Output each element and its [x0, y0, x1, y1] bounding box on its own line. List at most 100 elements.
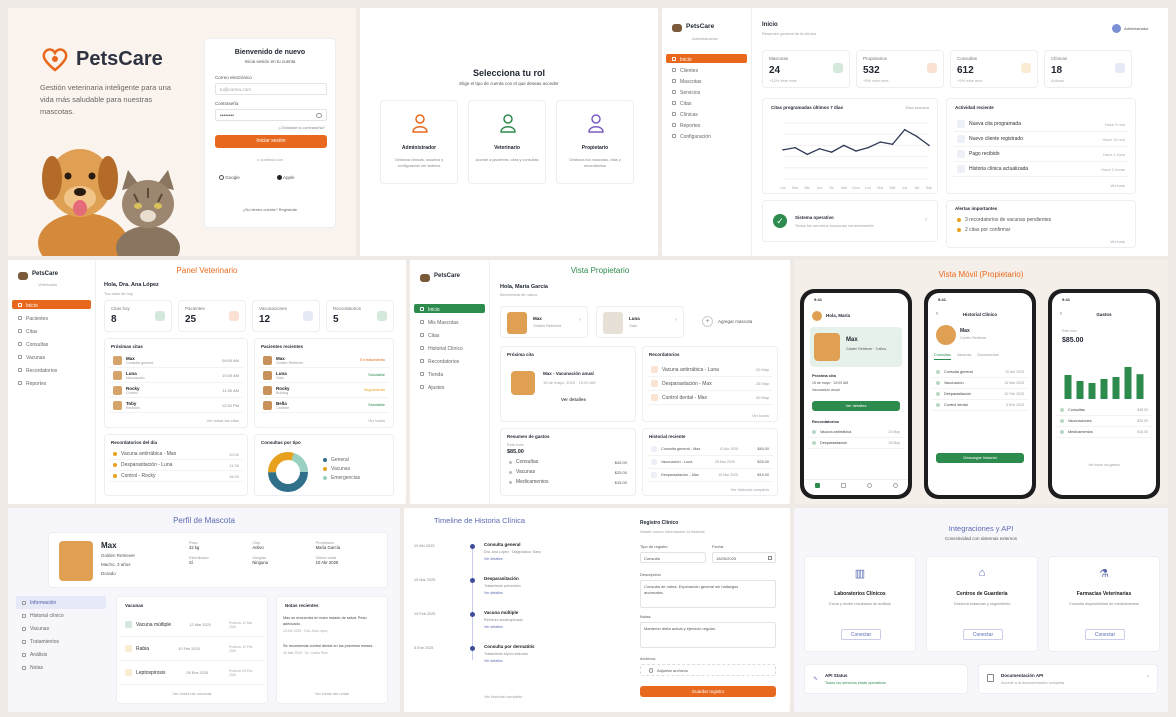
vaccine-row[interactable]: Vacuna múltiple 12 Mar 2025 Próxima: 12 Ma…: [121, 613, 263, 637]
timeline-event[interactable]: 5 Ene 2025 Consulta por dermatitis Tratami…: [414, 642, 624, 672]
role-card-0[interactable]: Administrador Gestiona clínicas, usuarios…: [380, 100, 458, 184]
profile-nav-item[interactable]: Información: [16, 596, 106, 609]
patient-row[interactable]: Rocky Bulldog Seguimiento: [259, 383, 389, 398]
mobile-row[interactable]: Desparasitación 25 May: [808, 438, 904, 449]
chart-filter[interactable]: Esta semana: [906, 105, 929, 110]
vac-more[interactable]: Ver todas las vacunas: [117, 691, 267, 696]
connect-button[interactable]: Conectar: [841, 629, 881, 640]
activity-row[interactable]: Pago recibido Hace 1 hora: [953, 147, 1129, 162]
reminder-row[interactable]: Control - Rocky 16:00: [109, 471, 243, 482]
appt-row[interactable]: Rocky Control 11:30 AM: [109, 383, 243, 398]
timeline-event[interactable]: 10 Abr 2025 Consulta general Dra. Ana Lópe…: [414, 540, 624, 570]
profile-nav-item[interactable]: Notas: [16, 661, 106, 674]
chevron-right-icon[interactable]: ›: [925, 217, 927, 223]
mobile-row[interactable]: Desparasitación 10 Feb 2025: [932, 389, 1028, 400]
password-input[interactable]: ••••••••: [215, 109, 327, 121]
timeline-event[interactable]: 15 Mar 2025 Desparasitación Tratamiento pr…: [414, 574, 624, 604]
owner-nav-item[interactable]: Ajustes: [414, 382, 485, 391]
mobile-row[interactable]: Vacunaciones $25.00: [1056, 416, 1152, 427]
admin-nav-item[interactable]: Servicios: [666, 87, 747, 96]
profile-nav-item[interactable]: Vacunas: [16, 622, 106, 635]
activity-row[interactable]: Nueva cita programada Hace 5 min: [953, 117, 1129, 132]
patient-row[interactable]: Bella Caniche Saludable: [259, 398, 389, 413]
desc-textarea[interactable]: Consulta de rutina. Exploración general …: [640, 580, 776, 608]
vet-nav-item[interactable]: Recordatorios: [12, 365, 91, 374]
vet-nav-item[interactable]: Reportes: [12, 378, 91, 387]
google-button[interactable]: Google: [219, 175, 267, 187]
reminder-row[interactable]: Vacuna antirrábica - Max 10:00: [109, 449, 243, 460]
owner-nav-item[interactable]: Historial Clínico: [414, 343, 485, 352]
appt-row[interactable]: Luna Vacunación 10:30 AM: [109, 368, 243, 383]
owner-rem-row[interactable]: Control dental - Max 30 May: [647, 391, 773, 405]
vet-nav-item[interactable]: Citas: [12, 326, 91, 335]
owner-nav-item[interactable]: Mis Mascotas: [414, 317, 485, 326]
owner-rem-row[interactable]: Desparasitación - Max 25 May: [647, 377, 773, 391]
patient-row[interactable]: Max Golden Retriever En tratamiento: [259, 353, 389, 368]
eye-icon[interactable]: [316, 113, 322, 118]
register-link[interactable]: ¿No tienes cuenta? Regístrate: [205, 207, 335, 212]
vet-nav-item[interactable]: Pacientes: [12, 313, 91, 322]
connect-button[interactable]: Conectar: [1085, 629, 1125, 640]
api-docs-card[interactable]: Documentación API Accede a la documentac…: [978, 664, 1158, 694]
owner-nav-item[interactable]: Citas: [414, 330, 485, 339]
apple-button[interactable]: Apple: [277, 175, 325, 187]
profile-nav-item[interactable]: Análisis: [16, 648, 106, 661]
owner-rem-row[interactable]: Vacuna antirrábica - Luna 20 May: [647, 363, 773, 377]
owner-nav-item[interactable]: Recordatorios: [414, 356, 485, 365]
hist-row[interactable]: Consulta general - Max 10 Abr 2025 $45.00: [647, 443, 773, 456]
m2-tab[interactable]: Documentos: [977, 353, 998, 360]
appts-more[interactable]: Ver todas las citas: [207, 418, 239, 423]
home-tab-icon[interactable]: [814, 483, 820, 488]
m1-details-button[interactable]: Ver detalles: [812, 401, 900, 411]
mobile-row[interactable]: Consulta general 10 Abr 2025: [932, 367, 1028, 378]
api-status-card[interactable]: ∿ API Status Todos los servicios están o…: [804, 664, 968, 694]
paw-tab-icon[interactable]: [866, 483, 872, 488]
notes-more[interactable]: Ver todas las notas: [277, 691, 387, 696]
alert-row[interactable]: 3 recordatorios de vacunas pendientes: [953, 215, 1129, 225]
alert-row[interactable]: 2 citas por confirmar: [953, 225, 1129, 235]
date-input[interactable]: 15/05/2025: [712, 552, 776, 563]
m2-tab[interactable]: Consultas: [934, 353, 951, 360]
admin-nav-item[interactable]: Citas: [666, 98, 747, 107]
admin-user[interactable]: Administrador: [1124, 26, 1149, 31]
vaccine-row[interactable]: Rabia 10 Feb 2025 Próxima: 10 Feb 2026: [121, 637, 263, 661]
pet-card[interactable]: Luna Gato ›: [596, 306, 684, 338]
m1-pet-card[interactable]: Max Golden Retriever · 3 años: [810, 327, 902, 367]
appt-row[interactable]: Toby Revisión 12:30 PM: [109, 398, 243, 413]
patient-row[interactable]: Luna Gato Saludable: [259, 368, 389, 383]
m2-download-button[interactable]: Descargar historial: [936, 453, 1024, 463]
admin-nav-item[interactable]: Configuración: [666, 131, 747, 140]
email-input[interactable]: tu@correo.com: [215, 83, 327, 95]
type-select[interactable]: Consulta: [640, 552, 706, 563]
login-button[interactable]: Iniciar sesión: [215, 135, 327, 148]
vaccine-row[interactable]: Leptospirosis 05 Ene 2025 Próxima: 05 Ene …: [121, 661, 263, 685]
admin-avatar[interactable]: [1112, 24, 1121, 33]
attach-input[interactable]: Adjuntar archivos: [640, 664, 776, 676]
vet-nav-item[interactable]: Vacunas: [12, 352, 91, 361]
owner-nav-item[interactable]: Tienda: [414, 369, 485, 378]
user-tab-icon[interactable]: [892, 483, 898, 488]
notes-textarea[interactable]: Mantener dieta actual y ejercicio regula…: [640, 622, 776, 648]
patients-more[interactable]: Ver todos: [368, 418, 385, 423]
admin-nav-item[interactable]: Reportes: [666, 120, 747, 129]
hist-row[interactable]: Desparasitación - Max 15 Mar 2025 $15.00: [647, 469, 773, 482]
timeline-event[interactable]: 10 Feb 2025 Vacuna múltiple Refuerzo anual…: [414, 608, 624, 638]
timeline-more[interactable]: Ver historial completo: [484, 694, 522, 699]
admin-nav-item[interactable]: Inicio: [666, 54, 747, 63]
profile-nav-item[interactable]: Historial clínico: [16, 609, 106, 622]
hist-more[interactable]: Ver historial completo: [731, 487, 769, 492]
alerts-more[interactable]: Ver todo: [1110, 239, 1125, 244]
mobile-row[interactable]: Control dental 5 Ene 2025: [932, 400, 1028, 411]
admin-nav-item[interactable]: Clínicas: [666, 109, 747, 118]
mobile-row[interactable]: Vacuna antirrábica 20 May: [808, 427, 904, 438]
hist-row[interactable]: Vacunación - Luna 28 Mar 2025 $25.00: [647, 456, 773, 469]
add-pet-button[interactable]: + Agregar mascota: [698, 314, 778, 330]
activity-row[interactable]: Nuevo cliente registrado Hace 15 min: [953, 132, 1129, 147]
role-card-2[interactable]: Propietario Gestiona tus mascotas, citas …: [556, 100, 634, 184]
save-record-button[interactable]: Guardar registro: [640, 686, 776, 697]
vet-nav-item[interactable]: Inicio: [12, 300, 91, 309]
activity-row[interactable]: Historia clínica actualizada Hace 2 horas: [953, 162, 1129, 177]
reminder-row[interactable]: Desparasitación - Luna 11:30: [109, 460, 243, 471]
owner-nav-item[interactable]: Inicio: [414, 304, 485, 313]
mobile-row[interactable]: Consultas $45.00: [1056, 405, 1152, 416]
